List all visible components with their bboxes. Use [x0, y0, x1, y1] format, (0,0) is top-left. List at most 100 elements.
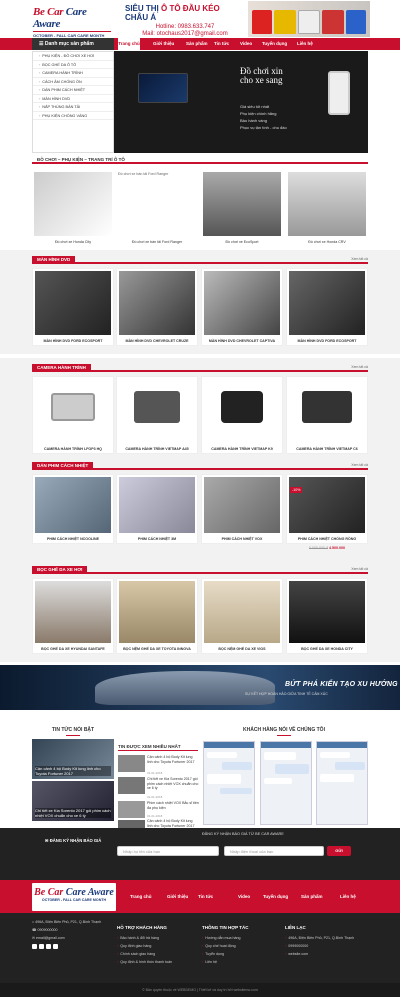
product-card[interactable]: Đồ chơi xe Honda City	[32, 170, 114, 246]
send-button[interactable]: GỬI	[327, 846, 351, 856]
product-card[interactable]: Đồ chơi xe bán tải Ford Ranger Đồ chơi x…	[116, 170, 198, 246]
footer-nav-news[interactable]: Tin tức	[198, 880, 213, 913]
sidebar-item[interactable]: NẮP THÙNG BÁN TẢI	[33, 103, 113, 112]
footer-nav-home[interactable]: Trang chủ	[130, 880, 152, 913]
hotline-email[interactable]: Mail: otochaus2017@gmail.com	[125, 31, 245, 38]
news-thumb[interactable]	[118, 755, 145, 772]
footer-link[interactable]: Hướng dẫn mua hàng	[202, 934, 277, 942]
product-card[interactable]: CAMERA HÀNH TRÌNH VIETMAP C6	[286, 376, 368, 454]
facebook-icon[interactable]	[32, 944, 37, 949]
footer-link[interactable]: Quy định & hình thức thanh toán	[117, 958, 197, 966]
news-title[interactable]: Cận cảnh 4 bộ Body Kit lung linh cho Toy…	[147, 819, 199, 828]
footer-nav-video[interactable]: Video	[238, 880, 250, 913]
footer-link[interactable]: Tuyển dụng	[202, 950, 277, 958]
product-title[interactable]: PHIM CÁCH NHIỆT NCOOLINE	[33, 537, 113, 541]
news-thumb[interactable]	[118, 801, 145, 818]
view-all-link[interactable]: Xem tất cả	[351, 463, 368, 467]
sidebar-item[interactable]: PHỤ KIỆN CHỐNG VÀNG	[33, 112, 113, 120]
footer-nav-contact[interactable]: Liên hệ	[340, 880, 356, 913]
product-title[interactable]: PHIM CÁCH NHIỆT CHỐNG RỒNG	[287, 537, 367, 541]
footer-link[interactable]: Liên hệ	[202, 958, 277, 966]
featured-news-image[interactable]: Cận cảnh 4 bộ Body Kit lung linh cho Toy…	[32, 739, 114, 779]
featured-news-caption[interactable]: Chi tiết xe Kia Sorento 2017 gói phim cá…	[35, 808, 111, 818]
product-title[interactable]: CAMERA HÀNH TRÌNH LFOP3 HQ	[33, 447, 113, 451]
footer-nav-about[interactable]: Giới thiệu	[167, 880, 188, 913]
news-title[interactable]: Phim cách nhiệt VOX Bắc sĩ tiền đa phụ k…	[147, 801, 199, 810]
nav-home[interactable]: Trang chủ	[118, 38, 140, 50]
nav-products[interactable]: Sản phẩm	[186, 38, 208, 50]
footer-link[interactable]: Bảo hành & đổi trả hàng	[117, 934, 197, 942]
hero-slider[interactable]: Đồ chơi xin cho xe sang Giá siêu tốt nhất…	[114, 51, 368, 153]
product-card[interactable]: Đồ chơi xe EcoSport	[201, 170, 283, 246]
product-card[interactable]: BỌC GHẾ DA XE HYUNDAI SANTAFE	[32, 578, 114, 654]
footer-contact-item[interactable]: website.com	[285, 950, 370, 958]
product-card[interactable]: CAMERA HÀNH TRÌNH LFOP3 HQ	[32, 376, 114, 454]
twitter-icon[interactable]	[53, 944, 58, 949]
hotline-phone[interactable]: Hotline: 0983.633.747	[125, 24, 245, 31]
sidebar-item[interactable]: DÁN PHIM CÁCH NHIỆT	[33, 86, 113, 95]
product-title[interactable]: CAMERA HÀNH TRÌNH VIETMAP A45	[117, 447, 197, 451]
category-menu-button[interactable]: ☰ Danh mục sản phẩm	[32, 38, 114, 50]
product-title[interactable]: Đồ chơi xe bán tải Ford Ranger	[116, 240, 198, 244]
nav-contact[interactable]: Liên hệ	[297, 38, 313, 50]
product-title[interactable]: BỌC GHẾ DA XE HYUNDAI SANTAFE	[33, 647, 113, 651]
news-title[interactable]: Cận cảnh 4 bộ Body Kit lung linh cho Toy…	[147, 755, 196, 764]
product-card[interactable]: PHIM CÁCH NHIỆT VOX	[201, 474, 283, 544]
footer-link[interactable]: Quy chế hoạt động	[202, 942, 277, 950]
product-title[interactable]: CAMERA HÀNH TRÌNH VIETMAP K9	[202, 447, 282, 451]
product-card[interactable]: Đồ chơi xe Honda CRV	[286, 170, 368, 246]
google-plus-icon[interactable]	[39, 944, 44, 949]
sidebar-item[interactable]: PHỤ KIỆN - ĐỒ CHƠI XE HƠI	[33, 52, 113, 61]
product-title[interactable]: CAMERA HÀNH TRÌNH VIETMAP C6	[287, 447, 367, 451]
product-card[interactable]: MÀN HÌNH DVD CHEVROLET CRUZE	[116, 268, 198, 346]
featured-news-image[interactable]: Chi tiết xe Kia Sorento 2017 gói phim cá…	[32, 781, 114, 821]
phone-input[interactable]: Nhập điện thoại của bạn	[224, 846, 324, 856]
product-card[interactable]: BỌC GHẾ DA XE HONDA CITY	[286, 578, 368, 654]
view-all-link[interactable]: Xem tất cả	[351, 257, 368, 261]
news-thumb[interactable]	[118, 777, 145, 794]
product-card[interactable]: PHIM CÁCH NHIỆT NCOOLINE	[32, 474, 114, 544]
promo-banner[interactable]: BỨT PHÁ KIẾN TẠO XU HƯỚNG SỰ KẾT HỢP HOÀ…	[0, 665, 400, 710]
product-title[interactable]: MÀN HÌNH DVD CHEVROLET CAPTIVA	[202, 339, 282, 343]
product-title[interactable]: Đồ chơi xe Honda CRV	[286, 240, 368, 244]
footer-nav-products[interactable]: Sản phẩm	[301, 880, 323, 913]
footer-link[interactable]: Quy định giao hàng	[117, 942, 197, 950]
sidebar-item[interactable]: CAMERA HÀNH TRÌNH	[33, 69, 113, 78]
sidebar-item[interactable]: CÁCH ÂM CHỐNG ỒN	[33, 78, 113, 86]
sidebar-item[interactable]: BỌC GHẾ DA Ô TÔ	[33, 61, 113, 69]
product-title[interactable]: BỌC NỆM GHẾ DA XE VIOS	[202, 647, 282, 651]
product-card[interactable]: BỌC NỆM GHẾ DA XE TOYOTA INNOVA	[116, 578, 198, 654]
news-title[interactable]: Chi tiết xe Kia Sorento 2017 gói phim cá…	[147, 777, 199, 791]
product-card[interactable]: BỌC NỆM GHẾ DA XE VIOS	[201, 578, 283, 654]
view-all-link[interactable]: Xem tất cả	[351, 365, 368, 369]
nav-about[interactable]: Giới thiệu	[153, 38, 174, 50]
product-title[interactable]: MÀN HÌNH DVD FORD ECOSPORT	[33, 339, 113, 343]
featured-news-caption[interactable]: Cận cảnh 4 bộ Body Kit lung linh cho Toy…	[35, 766, 111, 776]
name-input[interactable]: Nhập họ tên của bạn	[117, 846, 219, 856]
site-logo[interactable]: Be Car Care Aware OCTOBER - FALL CAR CAR…	[33, 6, 111, 38]
nav-jobs[interactable]: Tuyển dụng	[262, 38, 287, 50]
product-title[interactable]: BỌC NỆM GHẾ DA XE TOYOTA INNOVA	[117, 647, 197, 651]
product-card[interactable]: CAMERA HÀNH TRÌNH VIETMAP K9	[201, 376, 283, 454]
product-card[interactable]: PHIM CÁCH NHIỆT 3M	[116, 474, 198, 544]
product-title[interactable]: BỌC GHẾ DA XE HONDA CITY	[287, 647, 367, 651]
product-card[interactable]: CAMERA HÀNH TRÌNH VIETMAP A45	[116, 376, 198, 454]
product-card[interactable]: MÀN HÌNH DVD FORD ECOSPORT	[286, 268, 368, 346]
product-title[interactable]: Đồ chơi xe EcoSport	[201, 240, 283, 244]
product-title[interactable]: PHIM CÁCH NHIỆT 3M	[117, 537, 197, 541]
product-title[interactable]: PHIM CÁCH NHIỆT VOX	[202, 537, 282, 541]
view-all-link[interactable]: Xem tất cả	[351, 567, 368, 571]
product-title[interactable]: Đồ chơi xe Honda City	[32, 240, 114, 244]
product-card[interactable]: -10% PHIM CÁCH NHIỆT CHỐNG RỒNG 5.000.00…	[286, 474, 368, 550]
product-title[interactable]: MÀN HÌNH DVD FORD ECOSPORT	[287, 339, 367, 343]
footer-logo[interactable]: Be Car Care Aware OCTOBER - FALL CAR CAR…	[32, 883, 116, 911]
nav-news[interactable]: Tin tức	[214, 38, 229, 50]
product-card[interactable]: MÀN HÌNH DVD FORD ECOSPORT	[32, 268, 114, 346]
footer-nav-jobs[interactable]: Tuyển dụng	[263, 880, 288, 913]
footer-link[interactable]: Chính sách giao hàng	[117, 950, 197, 958]
youtube-icon[interactable]	[46, 944, 51, 949]
product-card[interactable]: MÀN HÌNH DVD CHEVROLET CAPTIVA	[201, 268, 283, 346]
product-title[interactable]: MÀN HÌNH DVD CHEVROLET CRUZE	[117, 339, 197, 343]
sidebar-item[interactable]: MÀN HÌNH DVD	[33, 95, 113, 103]
nav-video[interactable]: Video	[240, 38, 252, 50]
